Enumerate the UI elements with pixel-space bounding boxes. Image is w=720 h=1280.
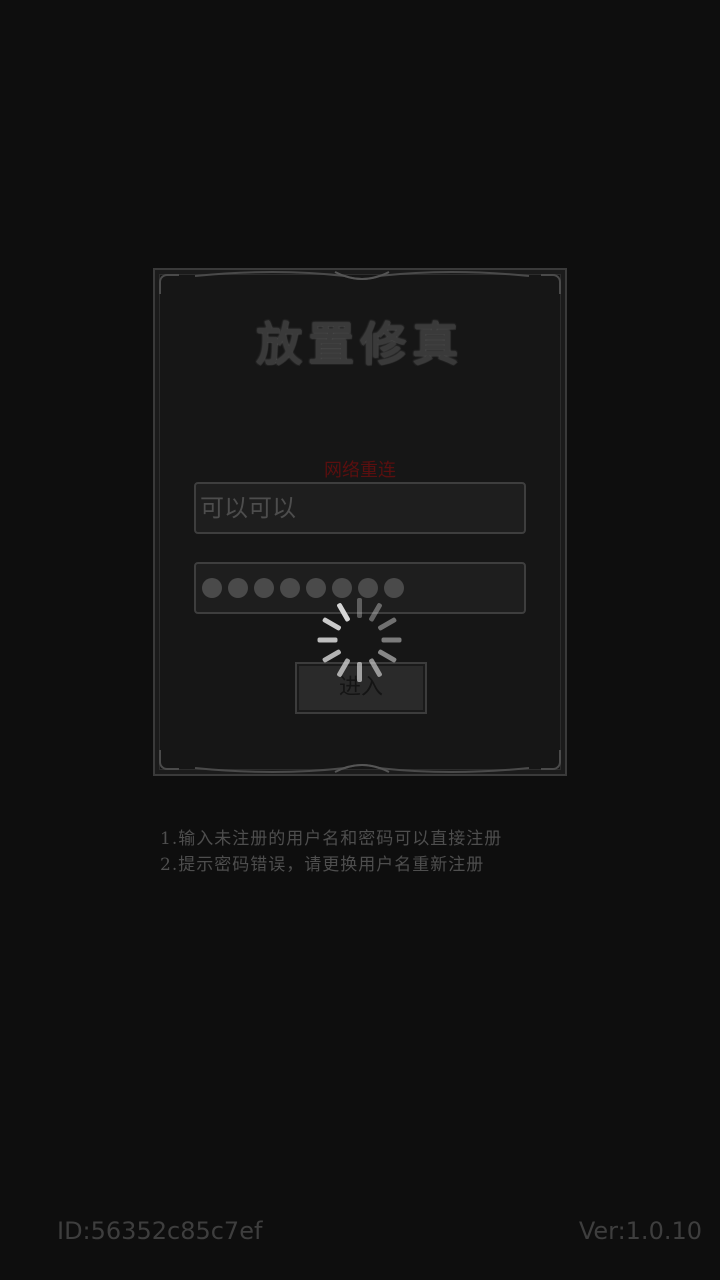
password-dot (384, 578, 404, 598)
login-screen: 放置修真 网络重连 可以可以 进入 1.输入未注册的用户名和密码可以直接注册 2… (0, 0, 720, 1280)
device-id-label: ID:56352c85c7ef (57, 1217, 263, 1245)
spinner-bar (368, 657, 383, 678)
spinner-bar (377, 648, 398, 664)
corner-ornament (541, 750, 561, 770)
network-status-text: 网络重连 (324, 460, 396, 481)
password-dot (280, 578, 300, 598)
hint-line-2: 2.提示密码错误，请更换用户名重新注册 (160, 855, 485, 875)
password-dot (358, 578, 378, 598)
username-value: 可以可以 (200, 494, 296, 522)
top-ornament-icon (194, 271, 530, 280)
corner-ornament (159, 750, 179, 770)
loading-spinner-icon (317, 598, 402, 682)
spinner-bar (317, 637, 338, 643)
password-dot (202, 578, 222, 598)
login-panel: 放置修真 网络重连 可以可以 进入 (153, 268, 567, 776)
registration-hints: 1.输入未注册的用户名和密码可以直接注册 2.提示密码错误，请更换用户名重新注册 (160, 826, 502, 878)
spinner-bar (321, 616, 342, 632)
spinner-bar (321, 648, 342, 664)
password-dot (228, 578, 248, 598)
password-dot (306, 578, 326, 598)
username-input[interactable]: 可以可以 (194, 482, 526, 534)
bottom-ornament-icon (194, 764, 530, 773)
spinner-bar (381, 637, 402, 643)
corner-ornament (541, 274, 561, 294)
game-title: 放置修真 (256, 317, 464, 371)
spinner-bar (377, 616, 398, 632)
spinner-bar (368, 602, 383, 623)
version-label: Ver:1.0.10 (578, 1217, 702, 1245)
spinner-bar (336, 657, 351, 678)
spinner-bar (336, 602, 351, 623)
spinner-bar (357, 662, 362, 682)
password-dot (332, 578, 352, 598)
spinner-bar (357, 598, 362, 618)
password-dot (254, 578, 274, 598)
corner-ornament (159, 274, 179, 294)
hint-line-1: 1.输入未注册的用户名和密码可以直接注册 (160, 829, 503, 849)
